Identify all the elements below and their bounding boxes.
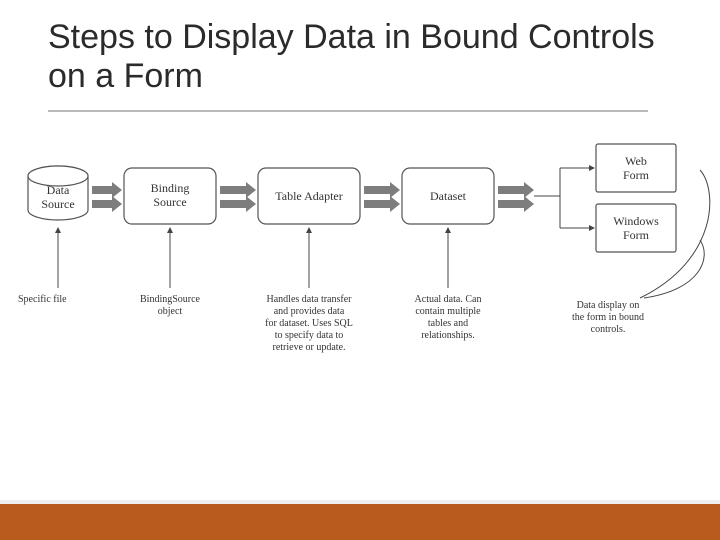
caption-specific-file: Specific file <box>18 294 67 305</box>
node-data-source: Data Source <box>28 166 88 220</box>
caption-ds-1: contain multiple <box>415 306 481 317</box>
node-table-adapter: Table Adapter <box>258 168 360 224</box>
caption-binding-src-0: BindingSource <box>140 294 201 305</box>
node-binding-source: Binding Source <box>124 168 216 224</box>
caption-ta-3: to specify data to <box>275 330 344 341</box>
caption-ta-1: and provides data <box>274 306 345 317</box>
binding-source-label-1: Binding <box>151 181 190 195</box>
caption-forms-2: controls. <box>591 324 626 335</box>
web-form-label-1: Web <box>625 154 647 168</box>
caption-ta-4: retrieve or update. <box>272 342 345 353</box>
arrow-bs-to-ta <box>220 182 256 212</box>
arrow-ds2-to-forms <box>498 182 534 212</box>
binding-source-label-2: Source <box>153 195 186 209</box>
node-windows-form: Windows Form <box>596 204 676 252</box>
footer-band <box>0 504 720 540</box>
windows-form-label-2: Form <box>623 228 650 242</box>
slide-title: Steps to Display Data in Bound Controls … <box>48 18 680 96</box>
caption-binding-src-1: object <box>158 306 183 317</box>
dataset-label: Dataset <box>430 189 467 203</box>
fork-to-forms <box>534 168 594 228</box>
node-web-form: Web Form <box>596 144 676 192</box>
data-source-label-1: Data <box>47 183 70 197</box>
windows-form-label-1: Windows <box>613 214 659 228</box>
flow-diagram: Data Source Binding Source Table Adapter… <box>0 140 720 430</box>
caption-ds-2: tables and <box>428 318 468 329</box>
arrow-ta-to-ds2 <box>364 182 400 212</box>
arrow-ds-to-bs <box>92 182 122 212</box>
data-source-label-2: Source <box>41 197 74 211</box>
caption-ta-0: Handles data transfer <box>267 294 353 305</box>
title-underline <box>48 110 648 112</box>
caption-ds-3: relationships. <box>421 330 475 341</box>
caption-ds-0: Actual data. Can <box>415 294 482 305</box>
caption-forms-1: the form in bound <box>572 312 644 323</box>
web-form-label-2: Form <box>623 168 650 182</box>
caption-forms-0: Data display on <box>577 300 640 311</box>
node-dataset: Dataset <box>402 168 494 224</box>
table-adapter-label: Table Adapter <box>275 189 342 203</box>
caption-ta-2: for dataset. Uses SQL <box>265 318 353 329</box>
